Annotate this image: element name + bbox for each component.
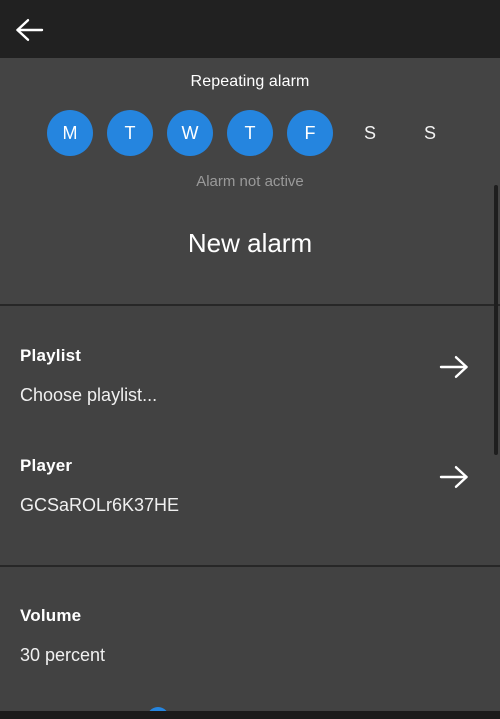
playlist-row[interactable]: Playlist Choose playlist...: [0, 306, 500, 436]
day-toggle-friday[interactable]: F: [287, 110, 333, 156]
player-row-arrow-button[interactable]: [432, 456, 474, 498]
alarm-header-block: Repeating alarm M T W T F S S Alarm not …: [0, 58, 500, 304]
alarm-status-text: Alarm not active: [196, 173, 304, 190]
day-toggle-tuesday[interactable]: T: [107, 110, 153, 156]
repeating-alarm-title: Repeating alarm: [190, 73, 310, 90]
player-row[interactable]: Player GCSaROLr6K37HE: [0, 436, 500, 566]
app-bar: [0, 0, 500, 58]
volume-row-label: Volume: [20, 606, 82, 625]
alarm-name-title[interactable]: New alarm: [0, 228, 500, 259]
player-row-label: Player: [20, 456, 73, 475]
alarm-detail-screen: Repeating alarm M T W T F S S Alarm not …: [0, 0, 500, 719]
player-row-value: GCSaROLr6K37HE: [20, 495, 180, 515]
day-toggle-wednesday[interactable]: W: [167, 110, 213, 156]
vertical-scrollbar[interactable]: [494, 185, 498, 455]
playlist-row-value: Choose playlist...: [20, 385, 158, 405]
day-toggle-thursday[interactable]: T: [227, 110, 273, 156]
playlist-row-arrow-button[interactable]: [432, 346, 474, 388]
volume-row-value: 30 percent: [20, 645, 106, 665]
arrow-right-icon: [437, 354, 469, 380]
day-toggle-sunday[interactable]: S: [407, 110, 453, 156]
volume-row[interactable]: Volume 30 percent: [0, 567, 500, 719]
day-toggle-saturday[interactable]: S: [347, 110, 393, 156]
arrow-left-icon: [15, 17, 45, 43]
system-navigation-bar: [0, 711, 500, 719]
playlist-row-label: Playlist: [20, 346, 82, 365]
back-button[interactable]: [8, 8, 52, 52]
day-toggle-monday[interactable]: M: [47, 110, 93, 156]
arrow-right-icon: [437, 464, 469, 490]
settings-rows: Playlist Choose playlist... Player GCSaR…: [0, 306, 500, 566]
day-selector: M T W T F S S: [0, 110, 500, 156]
